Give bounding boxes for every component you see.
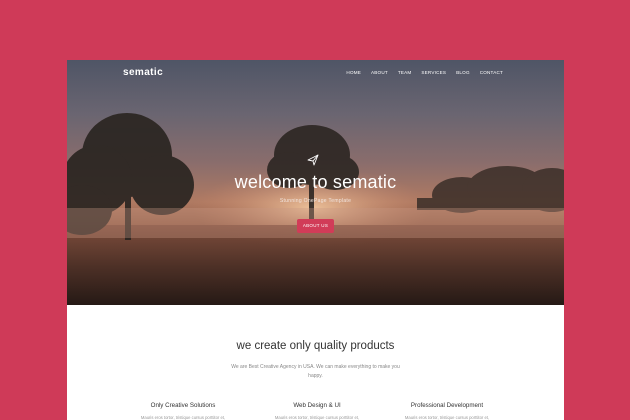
nav-item-about[interactable]: ABOUT — [371, 70, 388, 75]
nav-item-services[interactable]: SERVICES — [421, 70, 446, 75]
feature-web-design: Web Design & UI Mauris eros tortor, tris… — [257, 402, 377, 420]
website-preview-frame: sematic HOME ABOUT TEAM SERVICES BLOG CO… — [67, 60, 564, 420]
feature-title: Only Creative Solutions — [150, 402, 216, 409]
hero-subtitle: Stunning OnePage Template — [279, 198, 352, 204]
about-us-button[interactable]: ABOUT US — [297, 219, 334, 233]
nav-item-blog[interactable]: BLOG — [456, 70, 470, 75]
feature-text: Mauris eros tortor, tristique cursus por… — [274, 415, 360, 420]
feature-text: Mauris eros tortor, tristique cursus por… — [404, 415, 490, 420]
section-description: We are Best Creative Agency in USA. We c… — [231, 364, 400, 379]
feature-professional-development: Professional Development Mauris eros tor… — [387, 402, 507, 420]
feature-text: Mauris eros tortor, tristique cursus por… — [140, 415, 226, 420]
nav-item-team[interactable]: TEAM — [398, 70, 412, 75]
feature-title: Web Design & UI — [293, 402, 341, 409]
feature-creative-solutions: Only Creative Solutions Mauris eros tort… — [123, 402, 243, 420]
paper-plane-icon — [307, 154, 319, 166]
nav-item-contact[interactable]: CONTACT — [480, 70, 503, 75]
hero-section: sematic HOME ABOUT TEAM SERVICES BLOG CO… — [67, 60, 564, 305]
main-nav: HOME ABOUT TEAM SERVICES BLOG CONTACT — [346, 70, 503, 75]
nav-item-home[interactable]: HOME — [346, 70, 361, 75]
feature-title: Professional Development — [410, 402, 484, 409]
section-title: we create only quality products — [236, 340, 395, 352]
top-navigation-bar: sematic HOME ABOUT TEAM SERVICES BLOG CO… — [67, 60, 564, 88]
hero-title: welcome to sematic — [234, 172, 397, 192]
brand-logo[interactable]: sematic — [123, 67, 163, 78]
